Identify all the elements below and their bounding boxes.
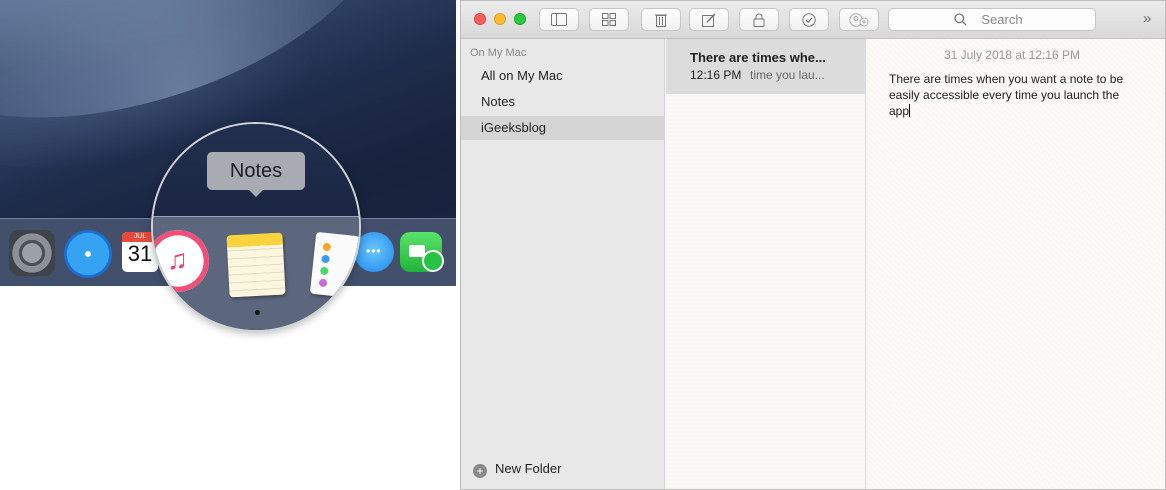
screenshot-root: JUL 31 ••• Notes ♫ Search » On My Mac Al… xyxy=(0,0,1166,490)
plus-icon: + xyxy=(473,464,487,478)
sidebar-item-notes[interactable]: Notes xyxy=(461,90,665,114)
note-time: 12:16 PM xyxy=(690,68,742,82)
note-body[interactable]: There are times when you want a note to … xyxy=(889,71,1139,119)
note-preview: time you lau... xyxy=(750,68,825,82)
zoom-button[interactable] xyxy=(514,13,526,25)
notes-window: Search » On My Mac All on My Mac Notes i… xyxy=(460,0,1166,490)
facetime-icon[interactable] xyxy=(400,232,444,272)
lock-icon xyxy=(753,13,765,27)
toggle-sidebar-button[interactable] xyxy=(539,8,579,31)
note-date: 31 July 2018 at 12:16 PM xyxy=(943,48,1081,62)
notes-app-icon[interactable] xyxy=(226,232,286,298)
new-folder-label: New Folder xyxy=(495,461,562,476)
minimize-button[interactable] xyxy=(494,13,506,25)
folders-sidebar: On My Mac All on My Mac Notes iGeeksblog… xyxy=(461,39,665,489)
delete-button[interactable] xyxy=(641,8,681,31)
text-cursor xyxy=(909,104,911,117)
new-folder-button[interactable]: + New Folder xyxy=(473,461,561,478)
note-list: There are times whe... 12:16 PM time you… xyxy=(666,39,866,489)
add-people-button[interactable] xyxy=(839,8,879,31)
dock-tooltip: Notes xyxy=(207,152,305,190)
dock-magnifier: Notes ♫ xyxy=(151,122,361,332)
note-editor[interactable]: 31 July 2018 at 12:16 PM There are times… xyxy=(867,39,1165,489)
sidebar-icon xyxy=(551,13,567,26)
note-body-text: There are times when you want a note to … xyxy=(889,72,1124,118)
sidebar-item-all-on-my-mac[interactable]: All on My Mac xyxy=(461,64,665,88)
window-toolbar: Search » xyxy=(461,1,1165,39)
tooltip-arrow xyxy=(249,190,263,197)
sidebar-item-igeeksblog[interactable]: iGeeksblog xyxy=(461,116,665,140)
compose-button[interactable] xyxy=(689,8,729,31)
compose-icon xyxy=(702,13,716,27)
note-title: There are times whe... xyxy=(690,50,826,65)
lock-button[interactable] xyxy=(739,8,779,31)
checklist-button[interactable] xyxy=(789,8,829,31)
system-preferences-icon[interactable] xyxy=(9,230,55,276)
add-person-icon xyxy=(849,13,869,27)
toolbar-overflow-button[interactable]: » xyxy=(1143,10,1151,27)
gallery-view-button[interactable] xyxy=(589,8,629,31)
checkmark-circle-icon xyxy=(802,13,816,27)
reminders-icon[interactable] xyxy=(309,231,359,299)
grid-icon xyxy=(602,13,616,26)
search-icon xyxy=(954,13,967,26)
close-button[interactable] xyxy=(474,13,486,25)
search-field[interactable]: Search xyxy=(888,8,1096,31)
trash-icon xyxy=(655,14,667,27)
search-placeholder: Search xyxy=(981,12,1023,27)
note-list-item[interactable]: There are times whe... 12:16 PM time you… xyxy=(666,39,865,94)
running-indicator xyxy=(255,310,260,315)
safari-icon[interactable] xyxy=(64,230,112,278)
calendar-day-label: 31 xyxy=(127,241,153,266)
sidebar-section-header: On My Mac xyxy=(470,47,527,59)
